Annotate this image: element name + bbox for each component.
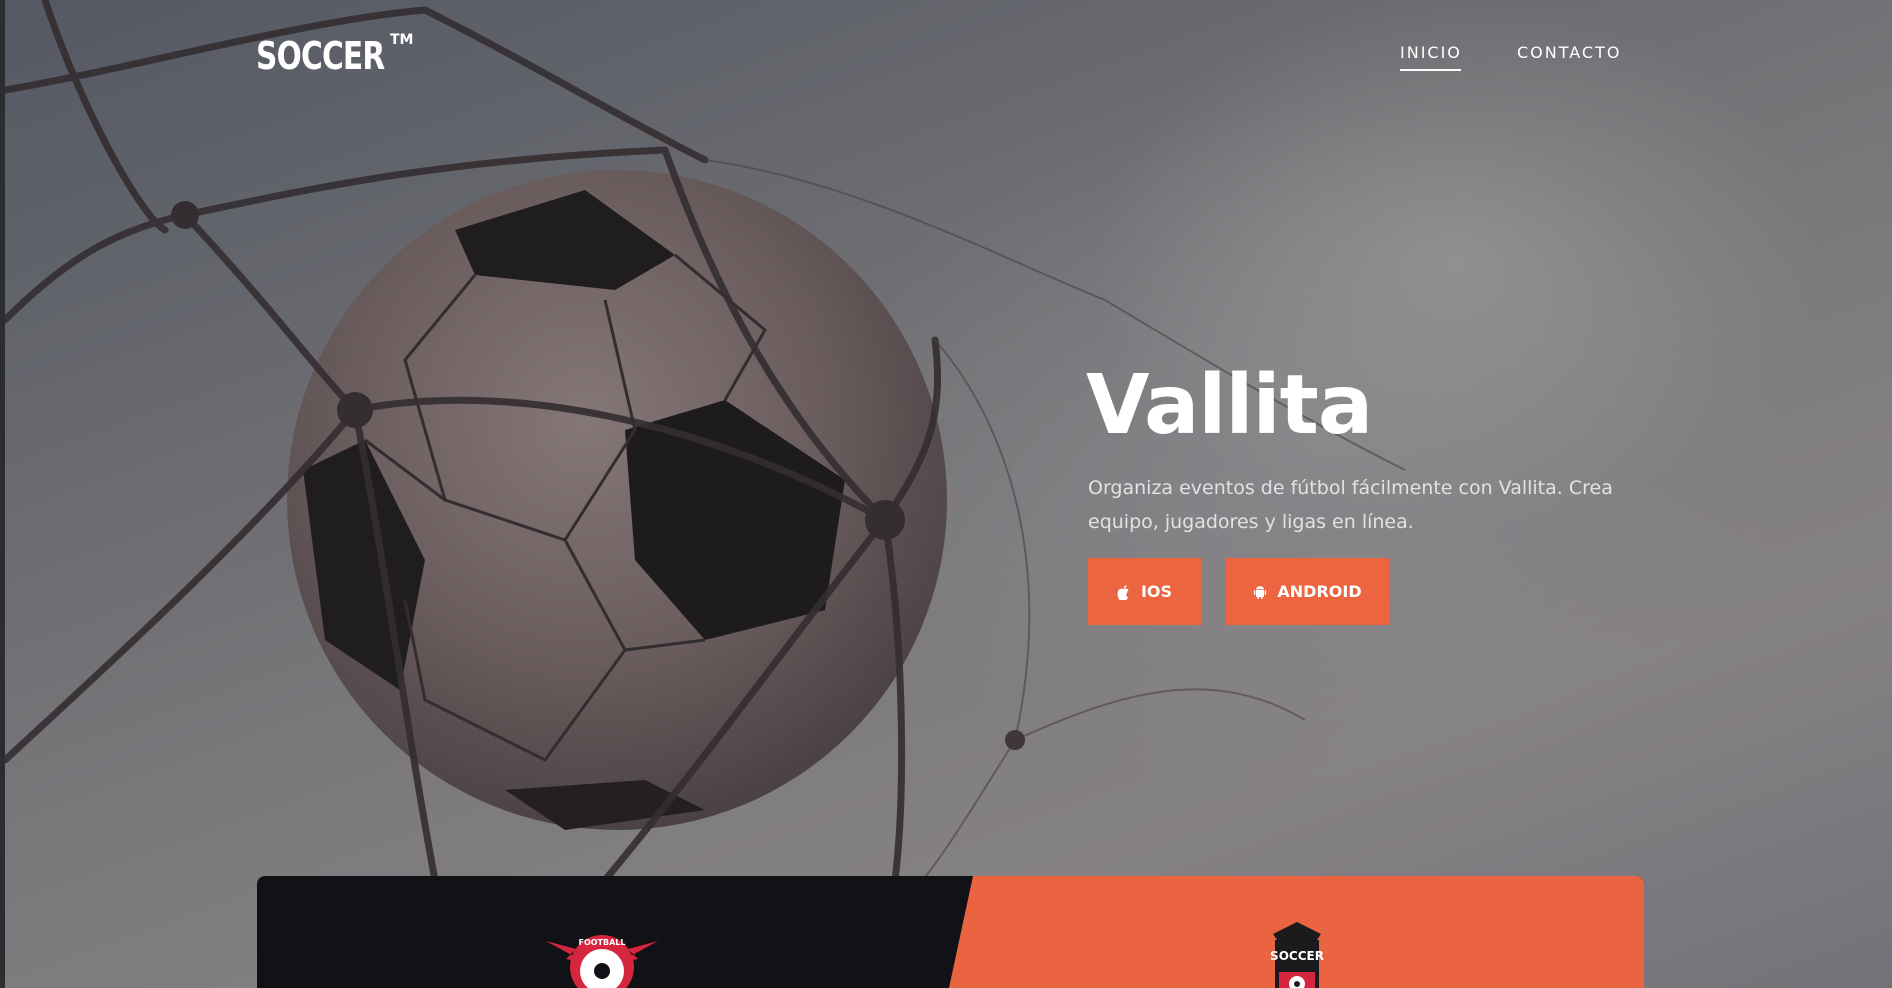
hero-title: Vallita: [1086, 358, 1373, 453]
trademark-mark: TM: [390, 32, 414, 48]
android-button-label: ANDROID: [1277, 582, 1362, 601]
window-left-edge: [0, 0, 5, 988]
football-badge-text: FOOTBALL: [578, 938, 625, 947]
team-badges-panel: FOOTBALL SOCCER: [257, 876, 1644, 988]
apple-icon: [1117, 584, 1129, 600]
ios-download-button[interactable]: IOS: [1088, 558, 1201, 625]
nav-item-inicio[interactable]: INICIO: [1400, 43, 1462, 62]
android-icon: [1254, 585, 1267, 599]
brand-logo[interactable]: SOCCER: [256, 34, 385, 78]
android-download-button[interactable]: ANDROID: [1226, 558, 1389, 625]
soccer-badge-text: SOCCER: [1270, 949, 1324, 963]
nav-item-contacto[interactable]: CONTACTO: [1517, 43, 1621, 62]
ios-button-label: IOS: [1140, 582, 1173, 601]
football-badge-logo: FOOTBALL: [546, 935, 658, 988]
soccer-badge-logo: SOCCER: [1270, 922, 1324, 988]
hero-description: Organiza eventos de fútbol fácilmente co…: [1088, 477, 1613, 533]
active-nav-underline: [1400, 69, 1461, 71]
page: SOCCER TM INICIO CONTACTO Vallita Organi…: [0, 0, 1892, 988]
